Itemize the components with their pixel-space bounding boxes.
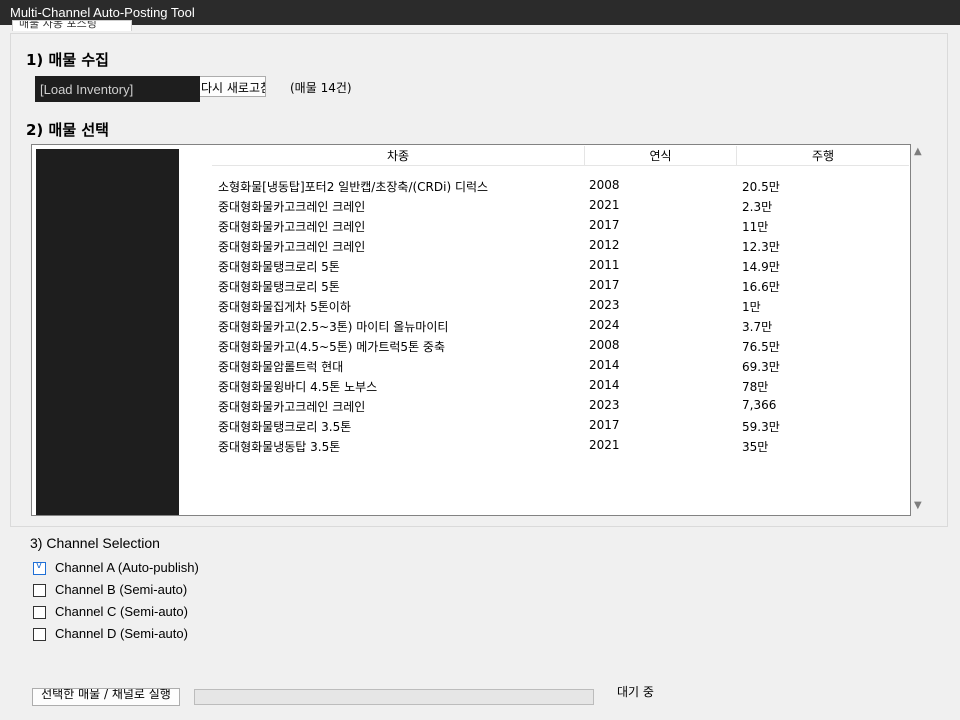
- cell-model: 중대형화물카고크레인 크레인: [218, 240, 366, 254]
- column-header-mileage[interactable]: 주행: [737, 146, 909, 166]
- cell-model: 소형화물[냉동탑]포터2 일반캡/초장축/(CRDi) 디럭스: [218, 180, 489, 194]
- channel-checkbox[interactable]: [33, 606, 46, 619]
- cell-year: 2024: [589, 318, 620, 332]
- channel-label: Channel A (Auto-publish): [55, 560, 199, 575]
- channel-label: Channel B (Semi-auto): [55, 582, 188, 597]
- cell-year: 2012: [589, 238, 620, 252]
- cell-model: 중대형화물카고크레인 크레인: [218, 220, 366, 234]
- cell-model: 중대형화물카고크레인 크레인: [218, 400, 366, 414]
- cell-mileage: 16.6만: [742, 280, 780, 294]
- inventory-table[interactable]: 차종 연식 주행 소형화물[냉동탑]포터2 일반캡/초장축/(CRDi) 디럭스…: [31, 144, 911, 516]
- cell-year: 2023: [589, 298, 620, 312]
- cell-model: 중대형화물윙바디 4.5톤 노부스: [218, 380, 378, 394]
- cell-year: 2017: [589, 418, 620, 432]
- cell-model: 중대형화물카고(4.5~5톤) 메가트럭5톤 중축: [218, 340, 446, 354]
- cell-year: 2014: [589, 358, 620, 372]
- progress-bar: [194, 689, 594, 705]
- cell-mileage: 3.7만: [742, 320, 773, 334]
- cell-model: 중대형화물탱크로리 5톤: [218, 280, 340, 294]
- cell-mileage: 35만: [742, 440, 769, 454]
- channel-label: Channel D (Semi-auto): [55, 626, 188, 641]
- cell-year: 2017: [589, 218, 620, 232]
- cell-mileage: 78만: [742, 380, 769, 394]
- cell-model: 중대형화물암롤트럭 현대: [218, 360, 344, 374]
- status-label: 대기 중: [617, 685, 654, 699]
- cell-model: 중대형화물집게차 5톤이하: [218, 300, 351, 314]
- cell-mileage: 14.9만: [742, 260, 780, 274]
- section-channel-title: 3) Channel Selection: [30, 535, 160, 551]
- cell-mileage: 11만: [742, 220, 769, 234]
- channel-checkbox[interactable]: [33, 628, 46, 641]
- tab-main[interactable]: 매물 자동 포스팅: [12, 20, 132, 31]
- section-select-title: 2) 매물 선택: [26, 121, 109, 139]
- cell-mileage: 12.3만: [742, 240, 780, 254]
- cell-model: 중대형화물카고크레인 크레인: [218, 200, 366, 214]
- load-inventory-button[interactable]: [Load Inventory]: [35, 76, 200, 102]
- inventory-count-label: (매물 14건): [290, 81, 352, 95]
- run-button-label: 선택한 매물 / 채널로 실행: [41, 688, 171, 701]
- cell-year: 2023: [589, 398, 620, 412]
- channel-label: Channel C (Semi-auto): [55, 604, 188, 619]
- scroll-down-arrow-icon[interactable]: ▼: [914, 500, 922, 511]
- cell-mileage: 1만: [742, 300, 761, 314]
- cell-model: 중대형화물탱크로리 5톤: [218, 260, 340, 274]
- cell-year: 2021: [589, 438, 620, 452]
- cell-model: 중대형화물카고(2.5~3톤) 마이티 올뉴마이티: [218, 320, 449, 334]
- column-header-year[interactable]: 연식: [585, 146, 737, 166]
- cell-year: 2014: [589, 378, 620, 392]
- column-header-model[interactable]: 차종: [212, 146, 585, 166]
- cell-year: 2008: [589, 178, 620, 192]
- cell-model: 중대형화물탱크로리 3.5톤: [218, 420, 352, 434]
- window-title: Multi-Channel Auto-Posting Tool: [10, 5, 195, 20]
- channel-checkbox[interactable]: [33, 584, 46, 597]
- channel-checkbox[interactable]: [33, 560, 46, 575]
- cell-mileage: 69.3만: [742, 360, 780, 374]
- cell-model: 중대형화물냉동탑 3.5톤: [218, 440, 341, 454]
- cell-mileage: 59.3만: [742, 420, 780, 434]
- scroll-up-arrow-icon[interactable]: ▲: [914, 146, 922, 157]
- cell-year: 2008: [589, 338, 620, 352]
- cell-mileage: 2.3만: [742, 200, 773, 214]
- cell-year: 2017: [589, 278, 620, 292]
- run-selected-button[interactable]: 선택한 매물 / 채널로 실행: [32, 688, 180, 706]
- cell-mileage: 20.5만: [742, 180, 780, 194]
- tab-label: 매물 자동 포스팅: [19, 20, 97, 30]
- redacted-column: [36, 149, 179, 515]
- cell-year: 2021: [589, 198, 620, 212]
- window-bottom-edge: [0, 706, 960, 720]
- cell-year: 2011: [589, 258, 620, 272]
- cell-mileage: 7,366: [742, 398, 777, 412]
- cell-mileage: 76.5만: [742, 340, 780, 354]
- section-collect-title: 1) 매물 수집: [26, 51, 109, 69]
- window-titlebar: Multi-Channel Auto-Posting Tool: [0, 0, 960, 25]
